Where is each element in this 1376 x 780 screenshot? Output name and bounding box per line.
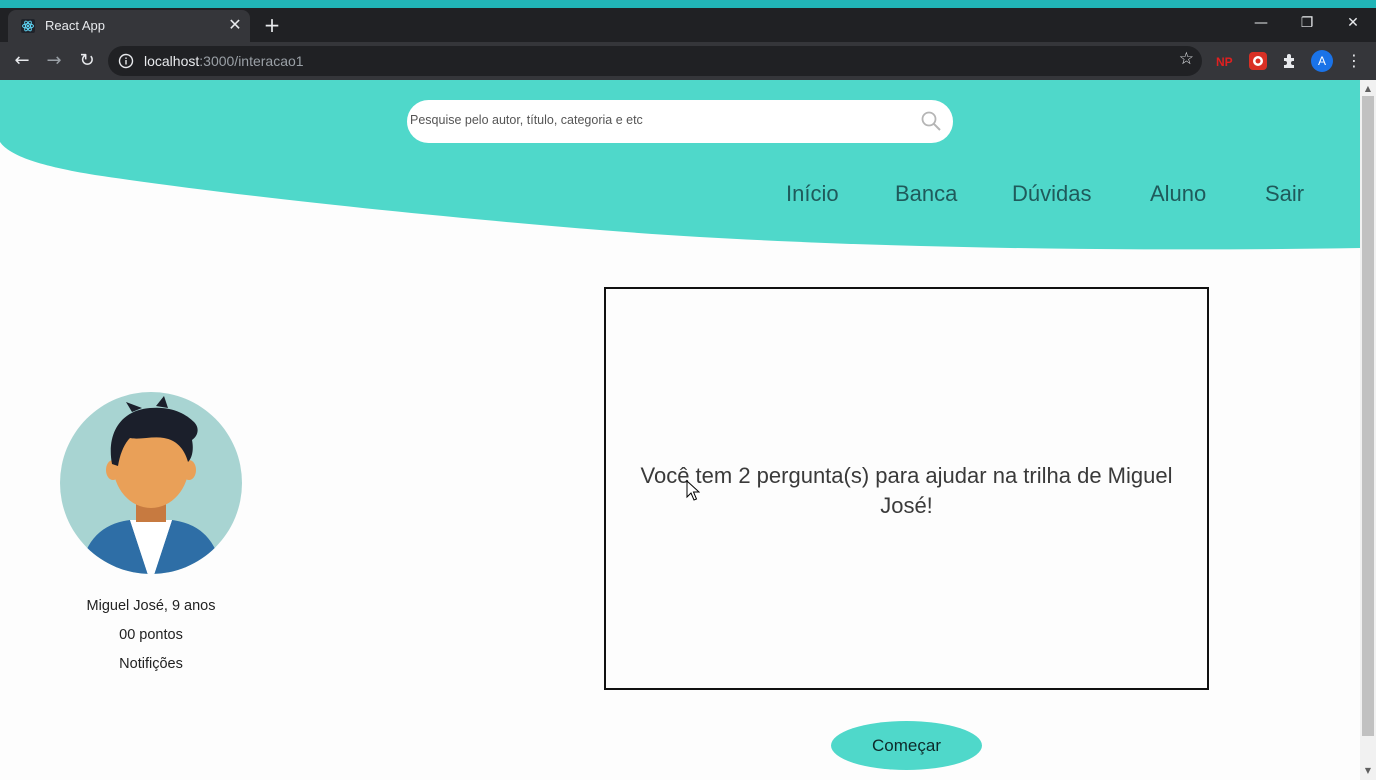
scroll-down-arrow-icon[interactable]: ▼	[1360, 764, 1376, 778]
page-scrollbar[interactable]: ▲ ▼	[1360, 80, 1376, 780]
np-extension-label: NP	[1216, 55, 1233, 69]
url-host: localhost	[144, 53, 200, 69]
close-window-icon[interactable]: ✕	[1330, 8, 1376, 38]
back-arrow-icon[interactable]: ←	[10, 49, 34, 73]
window-top-strip	[0, 0, 1376, 8]
browser-tab[interactable]: React App ✕	[8, 10, 250, 42]
browser-toolbar: ← → ↻ localhost:3000/interacao1 ☆ NP A ⋮	[0, 42, 1376, 80]
avatar	[60, 392, 242, 574]
start-button[interactable]: Começar	[831, 721, 982, 770]
search-bar	[407, 100, 953, 143]
red-extension-icon[interactable]	[1248, 51, 1268, 71]
info-icon	[118, 53, 134, 69]
scroll-up-arrow-icon[interactable]: ▲	[1360, 82, 1376, 96]
restore-icon[interactable]: ❐	[1284, 8, 1330, 38]
search-icon[interactable]	[920, 110, 942, 132]
nav-sair[interactable]: Sair	[1265, 181, 1304, 207]
profile-name-age: Miguel José, 9 anos	[86, 598, 216, 614]
extensions-puzzle-icon[interactable]	[1280, 51, 1300, 71]
nav-inicio[interactable]: Início	[786, 181, 839, 207]
minimize-icon[interactable]: —	[1238, 8, 1284, 38]
profile-avatar-button[interactable]: A	[1311, 50, 1333, 72]
np-extension-icon[interactable]: NP	[1215, 51, 1235, 71]
forward-arrow-icon[interactable]: →	[42, 49, 66, 73]
mouse-cursor-icon	[686, 480, 700, 501]
scrollbar-thumb[interactable]	[1362, 96, 1374, 736]
tab-bar: React App ✕ + — ❐ ✕	[0, 8, 1376, 42]
new-tab-button[interactable]: +	[261, 14, 283, 36]
bookmark-star-icon[interactable]: ☆	[1179, 49, 1194, 69]
menu-kebab-icon[interactable]: ⋮	[1346, 49, 1362, 73]
profile-notifications-link[interactable]: Notifições	[0, 656, 302, 672]
url-text: localhost:3000/interacao1	[144, 53, 304, 69]
address-bar[interactable]: localhost:3000/interacao1 ☆	[108, 46, 1202, 76]
page-content: Início Banca Dúvidas Aluno Sair Miguel J…	[0, 80, 1360, 780]
url-path: :3000/interacao1	[199, 53, 304, 69]
nav-duvidas[interactable]: Dúvidas	[1012, 181, 1091, 207]
nav-aluno[interactable]: Aluno	[1150, 181, 1206, 207]
tab-close-icon[interactable]: ✕	[226, 16, 244, 34]
search-input[interactable]	[408, 112, 912, 128]
reload-icon[interactable]: ↻	[75, 49, 99, 73]
nav-banca[interactable]: Banca	[895, 181, 957, 207]
profile-points: 00 pontos	[119, 627, 183, 643]
tab-title: React App	[45, 18, 105, 33]
react-logo-icon	[21, 19, 35, 33]
